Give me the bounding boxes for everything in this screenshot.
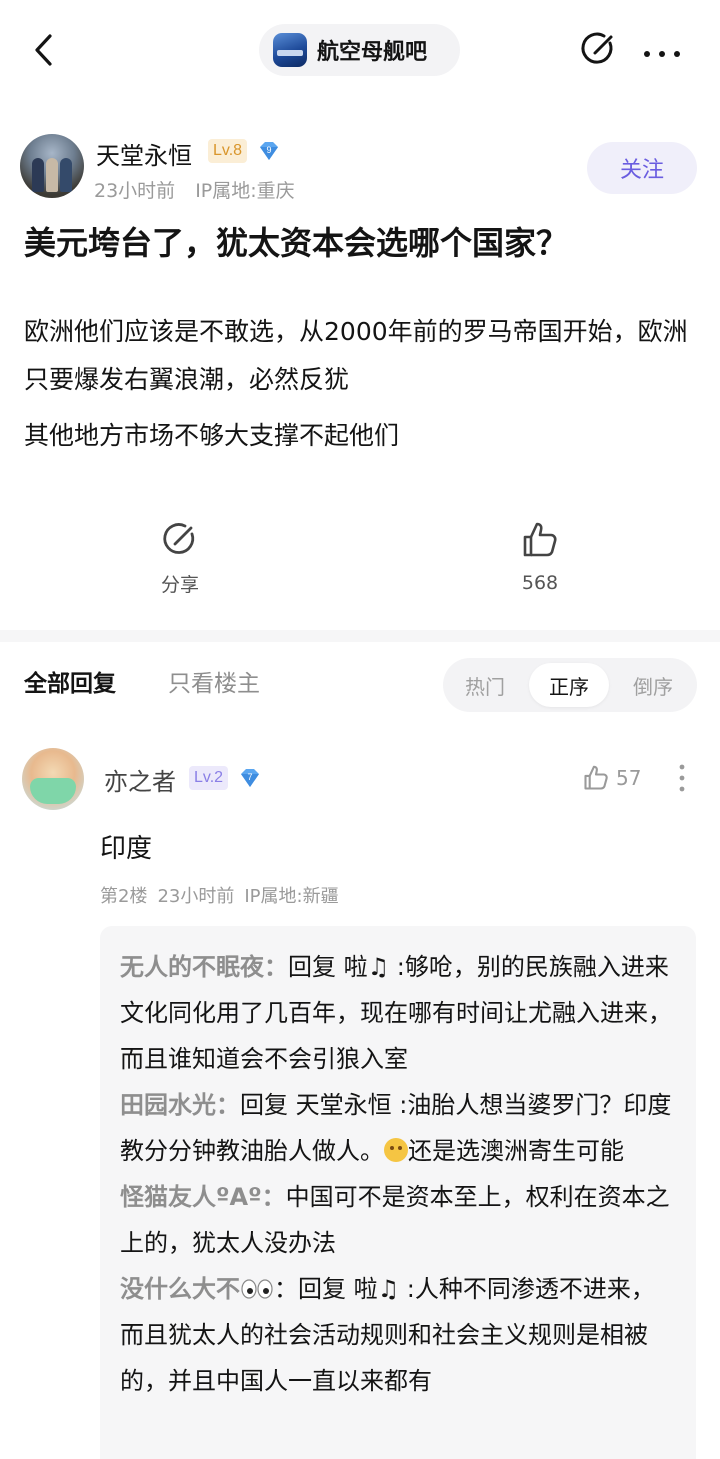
commenter-level-badge: Lv.2 [189,766,229,790]
comment-like-button[interactable]: 57 [582,762,648,794]
comment-more-button[interactable] [676,762,688,794]
post-body: 欧洲他们应该是不敢选，从2000年前的罗马帝国开始，欧洲只要爆发右翼浪潮，必然反… [24,308,700,460]
sub-reply[interactable]: 田园水光：回复 天堂永恒 :油胎人想当婆罗门？印度教分分钟教油胎人做人。 还是选澳… [120,1082,676,1174]
like-button[interactable]: 568 [495,520,585,594]
top-bar: 航空母舰吧 [0,0,720,100]
forum-name: 航空母舰吧 [317,40,428,65]
thumbs-up-icon [523,522,557,557]
tab-owner-only[interactable]: 只看楼主 [168,664,260,698]
author-name[interactable]: 天堂永恒 [96,136,192,171]
edit-icon [581,32,613,64]
diamond-badge-icon: 9 [260,142,278,160]
share-label: 分享 [160,574,199,596]
eyes-emoji-icon [241,1279,273,1299]
share-button[interactable]: 分享 [135,520,225,597]
author-meta: 23小时前 IP属地:重庆 [94,176,315,203]
back-button[interactable] [28,30,64,70]
sub-reply-user[interactable]: 没什么大不 [120,1275,240,1303]
comment-time: 23小时前 [157,886,235,907]
edit-button[interactable] [580,30,618,68]
chevron-left-icon [35,34,52,66]
more-horizontal-icon [644,51,680,57]
tab-all-replies[interactable]: 全部回复 [24,664,116,698]
commenter-avatar[interactable] [22,748,84,810]
sub-reply-text: 还是选澳洲寄生可能 [408,1137,624,1165]
level-badge: Lv.8 [208,139,248,163]
comment-text: 印度 [100,834,153,864]
sub-replies: 无人的不眠夜：回复 啦♫ :够呛，别的民族融入进来文化同化用了几百年，现在哪有时… [100,926,696,1459]
more-button[interactable] [642,44,682,57]
comment-meta: 第2楼 23小时前 IP属地:新疆 [100,882,349,908]
post-ip: IP属地:重庆 [195,180,295,202]
sort-hot[interactable]: 热门 [445,663,525,707]
diamond-badge-number: 9 [266,145,271,155]
sort-descending[interactable]: 倒序 [613,663,693,707]
share-icon [163,523,195,554]
follow-button[interactable]: 关注 [587,142,697,194]
comment-ip: IP属地:新疆 [244,886,339,907]
post-time: 23小时前 [94,180,176,202]
sub-reply-user[interactable]: 田园水光： [120,1091,240,1119]
post-paragraph: 欧洲他们应该是不敢选，从2000年前的罗马帝国开始，欧洲只要爆发右翼浪潮，必然反… [24,317,688,394]
sub-reply[interactable]: 怪猫友人ºAº：中国可不是资本至上，权利在资本之上的，犹太人没办法 [120,1174,676,1266]
commenter-diamond-number: 7 [247,772,252,782]
emoji-icon [384,1138,408,1162]
comment-like-count: 57 [616,766,642,790]
thumbs-up-icon [584,765,608,790]
commenter-diamond-icon: 7 [241,769,259,787]
post-paragraph: 其他地方市场不够大支撑不起他们 [24,421,400,450]
sort-ascending[interactable]: 正序 [529,663,609,707]
more-vertical-icon [679,764,685,792]
sort-toggle: 热门 正序 倒序 [443,658,697,712]
sub-reply-user[interactable]: 怪猫友人ºAº： [120,1183,286,1211]
sub-reply[interactable]: 没什么大不 ：回复 啦♫ :人种不同渗透不进来，而且犹太人的社会活动规则和社会主义… [120,1266,676,1404]
like-count: 568 [521,572,559,594]
forum-link[interactable]: 航空母舰吧 [259,24,460,76]
comment-floor: 第2楼 [100,886,148,907]
author-avatar[interactable] [20,134,84,198]
section-divider [0,630,720,642]
sub-reply-user[interactable]: 无人的不眠夜： [120,953,288,981]
forum-logo-icon [273,33,307,67]
post-title: 美元垮台了，犹太资本会选哪个国家？ [24,224,569,262]
sub-reply[interactable]: 无人的不眠夜：回复 啦♫ :够呛，别的民族融入进来文化同化用了几百年，现在哪有时… [120,944,676,1082]
commenter-name[interactable]: 亦之者 [104,762,176,797]
